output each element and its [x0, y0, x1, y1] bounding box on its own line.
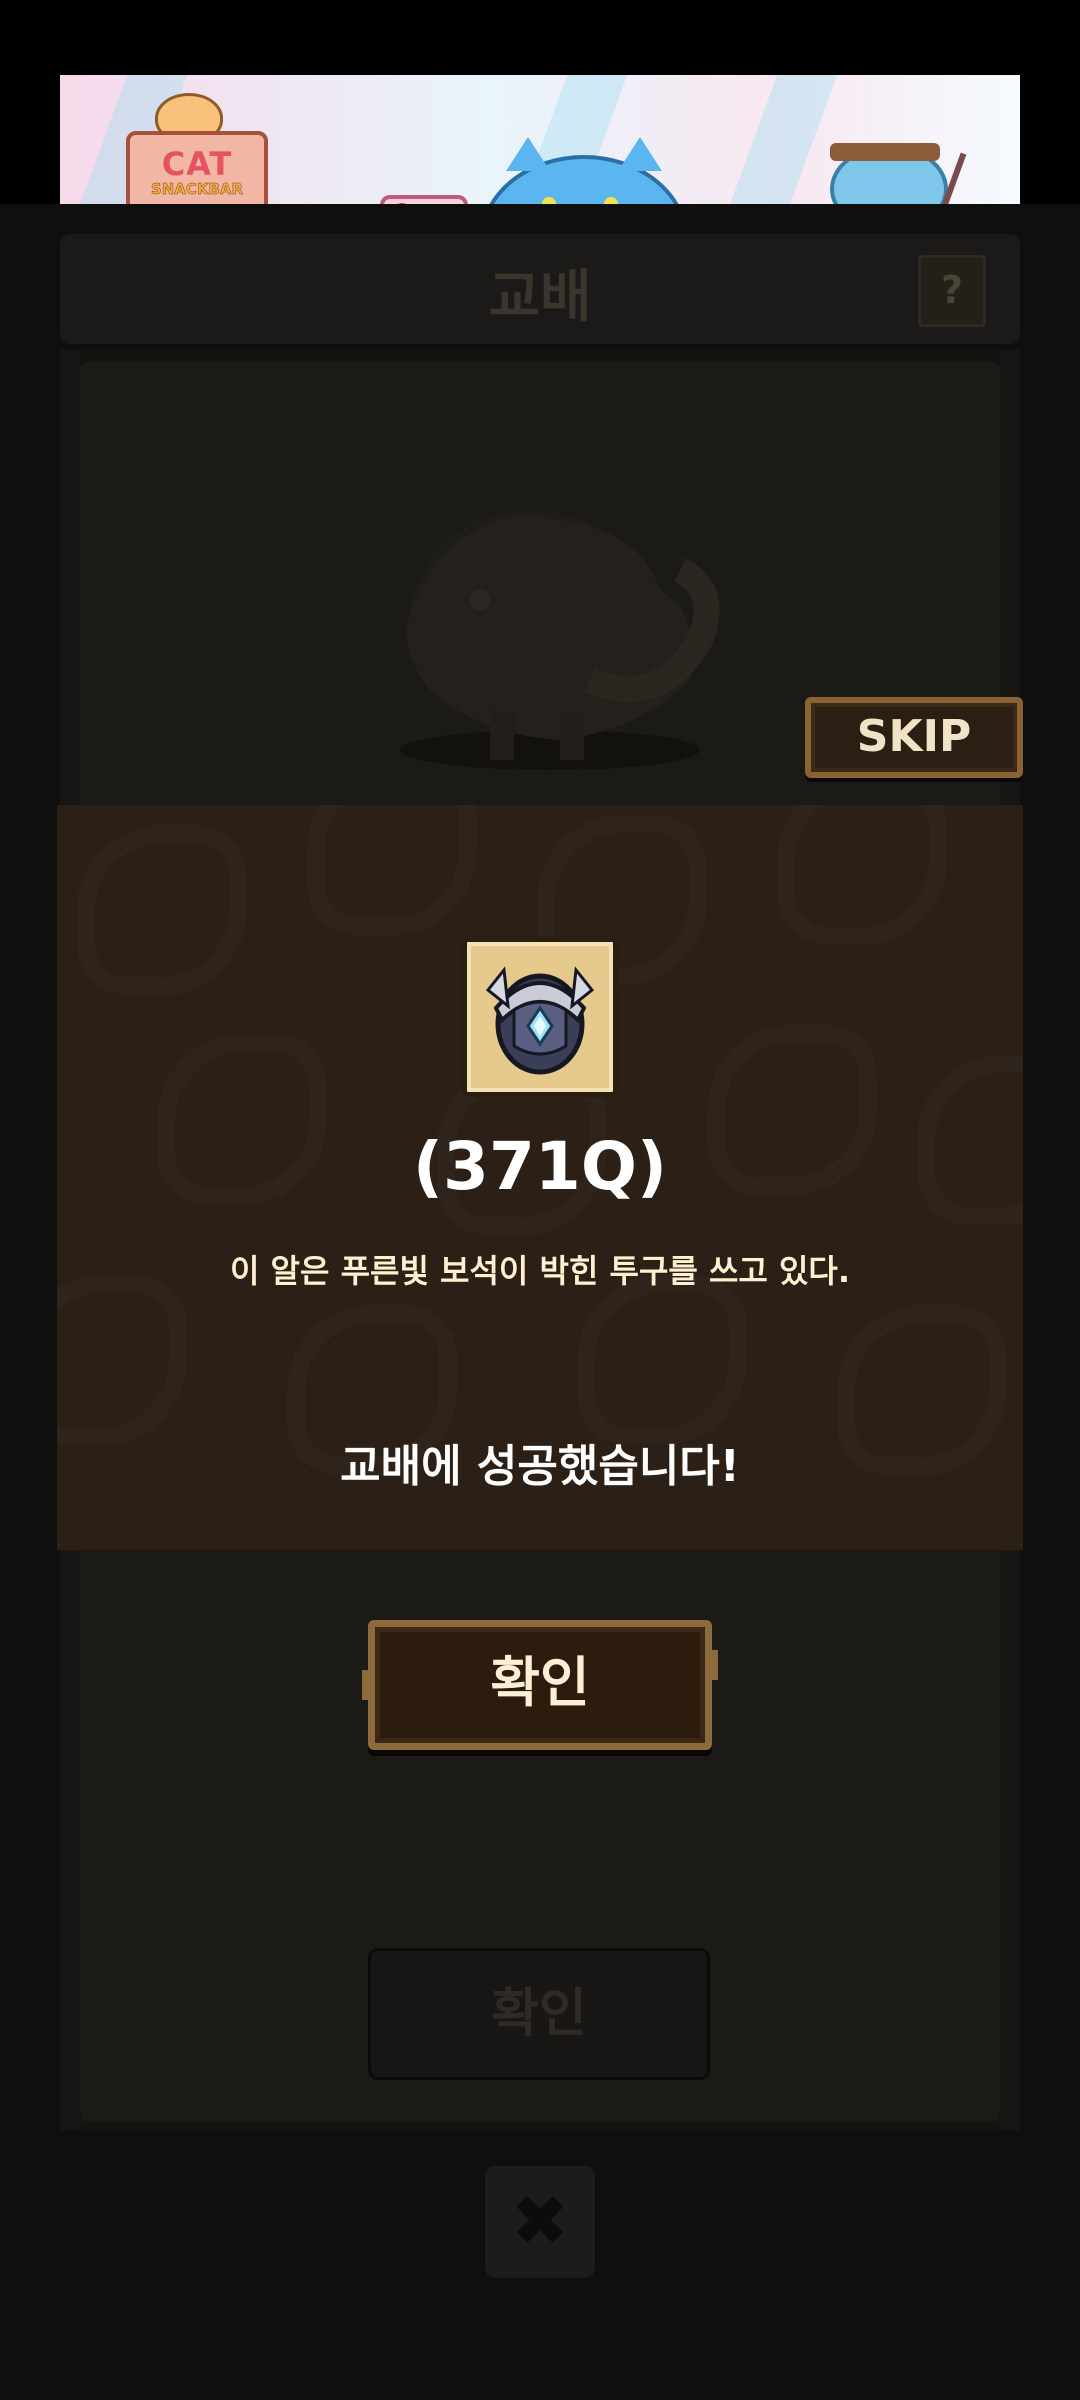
- help-button[interactable]: ?: [918, 255, 986, 327]
- dragon-egg-icon: [407, 510, 720, 760]
- hat-icon: [830, 143, 940, 161]
- button-ornament: [362, 1670, 372, 1700]
- close-button: ✖: [485, 2166, 595, 2278]
- ad-logo-line2: SNACKBAR: [150, 179, 244, 198]
- helmet-egg-icon: [485, 966, 595, 1075]
- skip-button[interactable]: SKIP: [805, 697, 1023, 778]
- ad-logo: CAT SNACKBAR: [126, 131, 268, 213]
- item-name: (371Q): [412, 1128, 668, 1205]
- result-message: 교배에 성공했습니다!: [340, 1441, 740, 1492]
- item-description: 이 알은 푸른빛 보석이 박힌 투구를 쓰고 있다.: [229, 1252, 851, 1290]
- ad-banner[interactable]: CAT SNACKBAR: [60, 75, 1020, 224]
- button-ornament: [708, 1650, 718, 1680]
- ad-logo-line1: CAT: [161, 144, 233, 183]
- confirm-button-behind: 확인: [368, 1948, 710, 2080]
- confirm-button[interactable]: 확인: [368, 1620, 712, 1750]
